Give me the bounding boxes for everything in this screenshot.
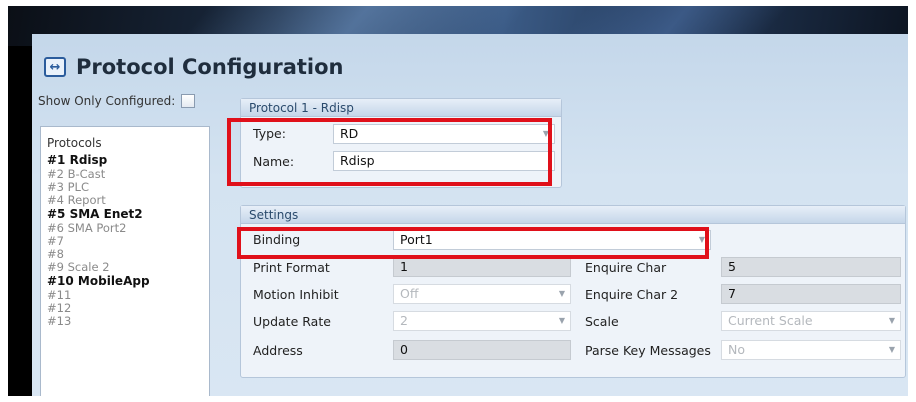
protocol-group-header: Protocol 1 - Rdisp [241,99,561,117]
motion-inhibit-select: Off ▼ [393,284,571,304]
update-rate-label: Update Rate [253,314,331,329]
update-rate-value: 2 [400,313,408,328]
list-item[interactable]: #10 MobileApp [41,274,209,289]
list-item[interactable]: #4 Report [41,194,209,207]
enquire-char2-value: 7 [728,286,736,301]
highlight-type-name [227,118,552,186]
enquire-char-value: 5 [728,259,736,274]
address-label: Address [253,343,303,358]
settings-group-header: Settings [241,206,905,224]
scale-select: Current Scale ▼ [721,311,901,331]
page-title: Protocol Configuration [76,55,344,79]
list-item[interactable]: #1 Rdisp [41,153,209,168]
show-only-configured-checkbox[interactable] [181,94,196,108]
print-format-field: 1 [393,257,571,277]
page-title-row: ↔ Protocol Configuration [44,52,344,82]
arrows-horizontal-icon: ↔ [44,57,66,77]
motion-inhibit-label: Motion Inhibit [253,287,339,302]
list-item[interactable]: #6 SMA Port2 [41,222,209,235]
parse-key-label: Parse Key Messages [585,343,711,358]
address-field: 0 [393,340,571,360]
enquire-char2-label: Enquire Char 2 [585,287,679,302]
show-only-configured-label: Show Only Configured: [38,94,176,108]
print-format-label: Print Format [253,260,330,275]
parse-key-select: No ▼ [721,340,901,360]
chevron-down-icon: ▼ [888,345,895,354]
update-rate-select: 2 ▼ [393,311,571,331]
protocols-list: Protocols #1 Rdisp #2 B-Cast #3 PLC #4 R… [40,126,210,396]
print-format-value: 1 [400,259,408,274]
scale-label: Scale [585,314,619,329]
scale-value: Current Scale [728,313,813,328]
app-window: ↔ Protocol Configuration Show Only Confi… [32,34,908,396]
list-item[interactable]: #13 [41,315,209,328]
chevron-down-icon: ▼ [558,316,565,325]
highlight-binding [237,227,709,259]
list-item[interactable]: #9 Scale 2 [41,261,209,274]
address-value: 0 [400,342,408,357]
enquire-char-field: 5 [721,257,901,277]
chevron-down-icon: ▼ [558,289,565,298]
screenshot-frame: ↔ Protocol Configuration Show Only Confi… [8,6,908,396]
list-item[interactable]: #7 [41,235,209,248]
enquire-char2-field: 7 [721,284,901,304]
motion-inhibit-value: Off [400,286,419,301]
protocols-list-header: Protocols [47,136,102,150]
parse-key-value: No [728,342,745,357]
enquire-char-label: Enquire Char [585,260,667,275]
list-item[interactable]: #5 SMA Enet2 [41,207,209,222]
chevron-down-icon: ▼ [888,316,895,325]
show-only-configured: Show Only Configured: [38,94,196,108]
